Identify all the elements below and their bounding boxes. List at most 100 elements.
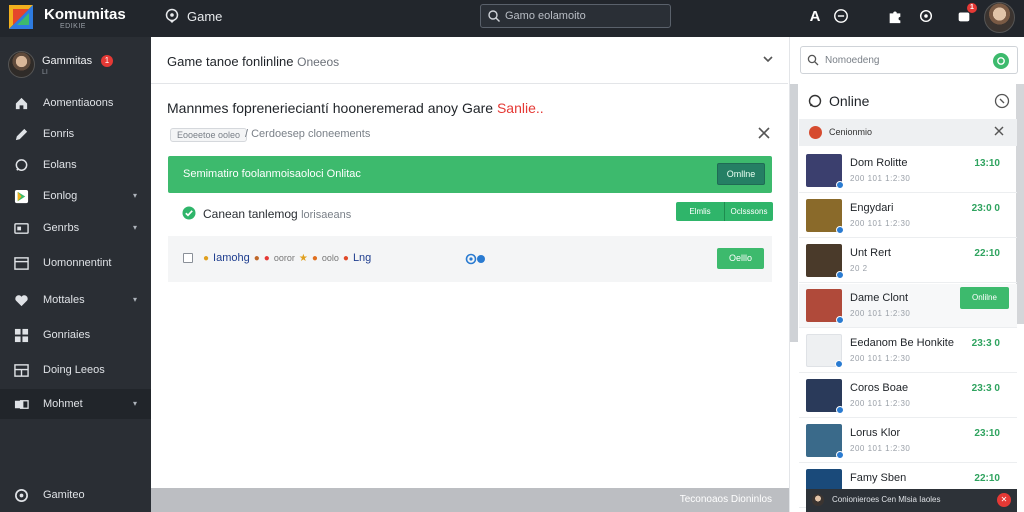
page-title: Game tanoe fonlinline Oneeos <box>167 54 339 69</box>
close-chat-icon[interactable]: ✕ <box>997 493 1011 507</box>
game-subtitle: 200 101 1:2:30 <box>850 219 911 228</box>
top-search-box[interactable] <box>480 4 671 28</box>
left-scrollbar[interactable] <box>790 84 798 342</box>
sidebar-item-7[interactable]: Gonriaies <box>0 320 151 350</box>
breadcrumb[interactable]: / Cerdoesep cloneements <box>245 128 370 140</box>
top-search-input[interactable] <box>505 8 665 24</box>
sidebar-item-4[interactable]: Genrbs ▾ <box>0 213 151 243</box>
item-action-button[interactable]: Oelllo <box>717 248 764 269</box>
game-row[interactable]: Lorus Klor 200 101 1:2:30 23:10 <box>799 419 1017 463</box>
scrollbar[interactable] <box>1016 84 1024 324</box>
game-thumbnail <box>806 244 844 279</box>
status-text-main: Canean tanlemog <box>203 207 298 221</box>
game-row[interactable]: Engydari 200 101 1:2:30 23:0 0 <box>799 194 1017 238</box>
game-row[interactable]: Eedanom Be Honkite 200 101 1:2:30 23:3 0 <box>799 329 1017 373</box>
notification-badge: 1 <box>967 3 977 13</box>
sidebar-item-8[interactable]: Doing Leeos <box>0 355 151 385</box>
home-icon <box>13 95 29 111</box>
game-time: 23:0 0 <box>971 203 1000 214</box>
coin-icon: ● <box>311 252 318 264</box>
sidebar-footer[interactable]: Gamiteo <box>0 481 151 509</box>
table-icon <box>13 362 29 378</box>
sidebar-item-9[interactable]: Mohmet ▾ <box>0 389 151 419</box>
status-bar-text: Teconoaos Dioninlos <box>679 494 772 505</box>
sidebar-item-3[interactable]: Eonlog ▾ <box>0 181 151 211</box>
status-button-b[interactable]: Oclsssons <box>724 202 773 221</box>
user-badge: 1 <box>101 55 113 67</box>
sidebar-item-label: Eonris <box>43 128 75 140</box>
game-row[interactable]: Coros Boae 200 101 1:2:30 23:3 0 <box>799 374 1017 418</box>
grid-icon <box>13 327 29 343</box>
page-title-suffix: Oneeos <box>297 55 340 69</box>
sidebar-item-label: Uomonnentint <box>43 257 112 269</box>
game-subtitle: 200 101 1:2:30 <box>850 174 911 183</box>
sidebar-item-label: Eonlog <box>43 190 78 202</box>
right-search-input[interactable] <box>825 53 985 67</box>
refresh-icon[interactable] <box>994 93 1010 109</box>
top-game-label[interactable]: Game <box>187 9 222 24</box>
power-circle-icon <box>13 487 29 503</box>
sidebar-item-label: Mottales <box>43 294 85 306</box>
sidebar-item-2[interactable]: Eolans <box>0 150 151 180</box>
chevron-down-icon: ▾ <box>132 223 137 232</box>
banner-button[interactable]: Omllne <box>717 163 765 185</box>
puzzle-icon[interactable] <box>886 7 904 25</box>
item-tail: Lng <box>352 252 372 264</box>
breadcrumb-tag[interactable]: Eooeetoe ooleo <box>170 128 248 142</box>
sidebar-item-0[interactable]: Aomentiaoons <box>0 88 151 118</box>
app-logo-icon[interactable] <box>9 5 33 29</box>
chat-icon <box>13 157 29 173</box>
sidebar-item-5[interactable]: Uomonnentint <box>0 248 151 278</box>
top-user-avatar[interactable] <box>984 2 1015 33</box>
status-text: Canean tanlemog lorisaeans <box>203 207 351 221</box>
sidebar-user[interactable]: Gammitas 1 LI <box>8 51 143 79</box>
game-subtitle: 200 101 1:2:30 <box>850 399 911 408</box>
game-row[interactable]: Dom Rolitte 200 101 1:2:30 13:10 <box>799 149 1017 193</box>
game-name: Coros Boae <box>850 382 909 394</box>
game-thumbnail <box>806 424 844 459</box>
right-search-box[interactable] <box>800 46 1018 74</box>
search-icon <box>487 9 501 23</box>
target-icon[interactable] <box>917 7 935 25</box>
close-icon[interactable] <box>993 125 1005 137</box>
game-time: 22:10 <box>974 248 1000 259</box>
chat-bar[interactable]: Conionieroes Cen Mlsia Iaoles ✕ <box>806 489 1017 512</box>
chevron-down-icon: ▾ <box>132 399 137 408</box>
close-icon[interactable] <box>757 126 771 140</box>
sync-icon[interactable] <box>465 253 487 268</box>
star-icon: ★ <box>298 252 308 264</box>
trophy-icon: ● <box>203 252 210 264</box>
sidebar-item-label: Genrbs <box>43 222 80 234</box>
game-row[interactable]: Dame Clont 200 101 1:2:30 Onlilne <box>799 284 1017 328</box>
game-row[interactable]: Unt Rert 20 2 22:10 <box>799 239 1017 283</box>
status-button-group: Elmlis Oclsssons <box>676 202 773 221</box>
status-dot-icon <box>836 316 844 324</box>
status-button-a[interactable]: Elmlis <box>676 202 724 221</box>
font-a-icon[interactable]: A <box>806 7 824 25</box>
row-checkbox[interactable] <box>183 253 193 263</box>
sidebar-item-label: Eolans <box>43 159 77 171</box>
status-text-suffix: lorisaeans <box>301 209 352 221</box>
brand-subtitle: EDIKIE <box>60 23 86 30</box>
minus-circle-icon[interactable] <box>832 7 850 25</box>
cards-icon <box>13 396 29 412</box>
game-name: Engydari <box>850 202 894 214</box>
game-join-button[interactable]: Onlilne <box>960 287 1009 309</box>
sidebar-item-6[interactable]: Mottales ▾ <box>0 285 151 315</box>
sidebar-footer-label: Gamiteo <box>43 489 85 501</box>
status-dot-icon <box>836 271 844 279</box>
filter-chip[interactable]: Cenionmio <box>799 119 1017 146</box>
notifications-icon[interactable]: 1 <box>955 3 977 25</box>
fire-icon: ● <box>342 252 349 264</box>
chevron-down-icon[interactable] <box>762 53 774 65</box>
location-pin-icon <box>164 8 180 24</box>
list-item[interactable]: ● Iamohg ● ● ooror ★ ● oolo ● Lng Oelllo <box>168 236 772 282</box>
heading-text: Mannmes foprenerieciantí hooneremerad an… <box>167 100 494 116</box>
sidebar-item-1[interactable]: Eonris <box>0 119 151 149</box>
search-go-icon[interactable] <box>993 53 1009 69</box>
chevron-down-icon: ▾ <box>132 191 137 200</box>
avatar <box>812 494 824 506</box>
game-thumbnail <box>806 199 844 234</box>
status-dot-icon <box>836 451 844 459</box>
item-text: ● Iamohg ● ● ooror ★ ● oolo ● Lng <box>203 252 371 264</box>
